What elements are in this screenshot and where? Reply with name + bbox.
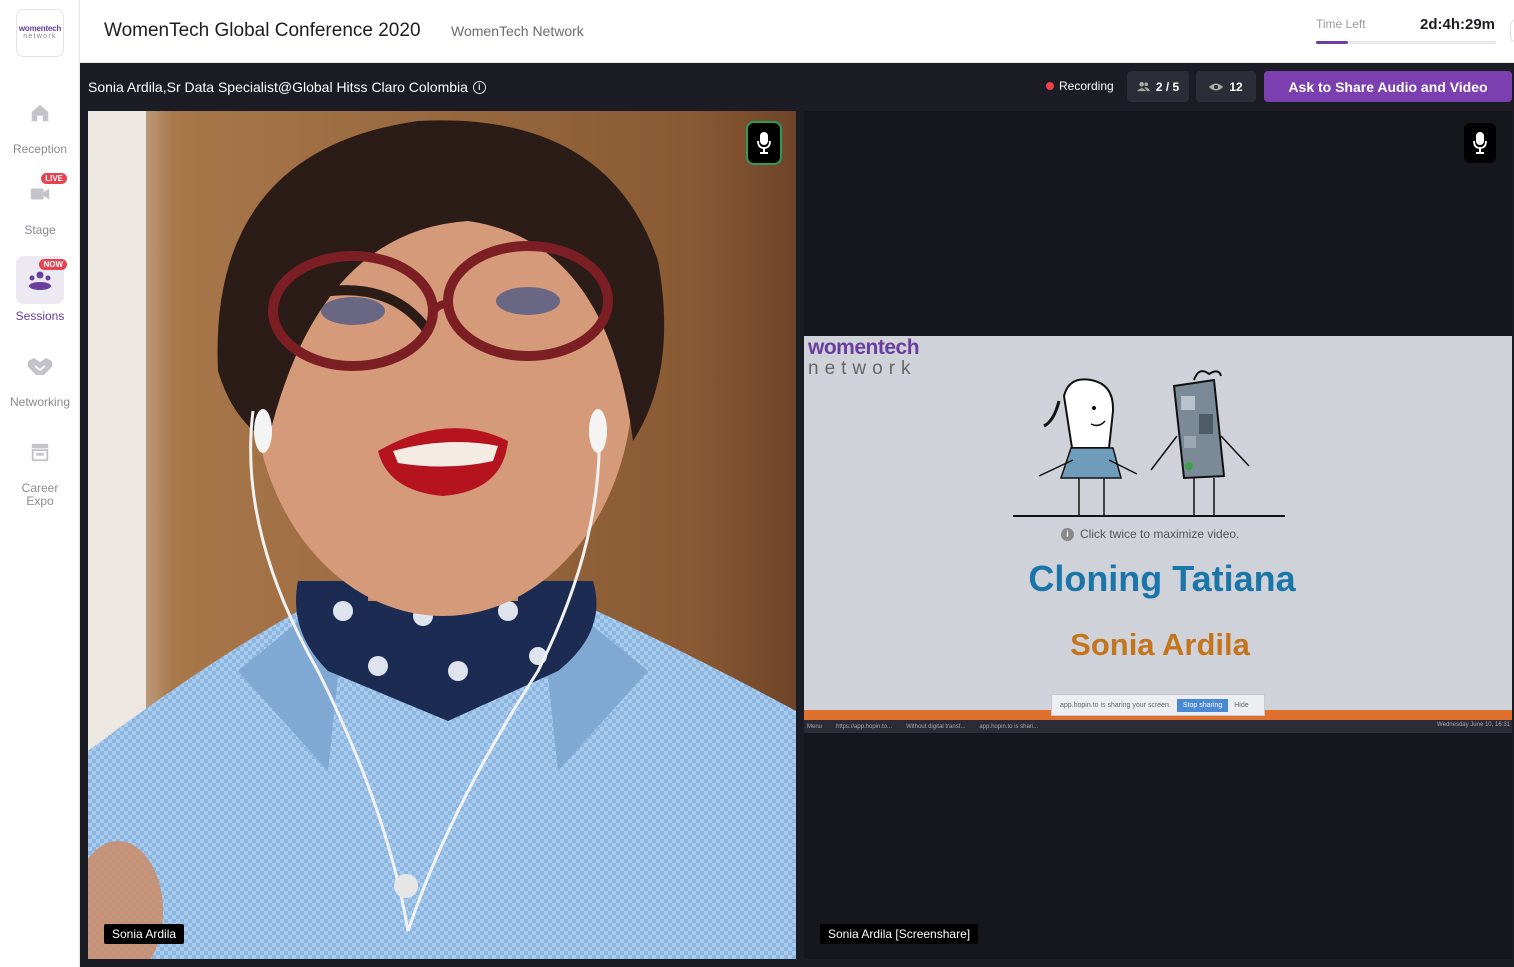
sidebar: womentech network Reception LIVE Stage N… xyxy=(0,0,80,967)
slide-logo-text: womentech xyxy=(808,336,920,359)
taskbar-date: Wednesday June 10, 16:31 xyxy=(1437,722,1510,728)
now-badge: NOW xyxy=(39,259,67,270)
info-icon[interactable]: i xyxy=(472,80,486,94)
ask-to-share-button[interactable]: Ask to Share Audio and Video xyxy=(1264,71,1512,102)
sidebar-item-label: Reception xyxy=(12,142,68,156)
slide-illustration xyxy=(1013,370,1285,517)
sidebar-item-label: Networking xyxy=(9,395,71,409)
mic-button[interactable] xyxy=(748,123,780,163)
hide-button: Hide xyxy=(1234,701,1249,709)
handshake-icon xyxy=(16,342,64,390)
booth-icon xyxy=(16,428,64,476)
people-icon xyxy=(1136,81,1150,92)
participant-name-label: Sonia Ardila [Screenshare] xyxy=(820,924,979,944)
sidebar-item-label: Career Expo xyxy=(21,481,59,508)
top-header: WomenTech Global Conference 2020 WomenTe… xyxy=(80,0,1514,63)
maximize-hint: i Click twice to maximize video. xyxy=(1061,527,1239,541)
recording-dot-icon xyxy=(1046,82,1054,90)
sidebar-item-stage[interactable]: LIVE Stage xyxy=(0,170,80,237)
taskbar-tab: Without digital transf... xyxy=(906,723,966,730)
logo-text-top: womentech xyxy=(18,24,62,33)
organizer-link[interactable]: WomenTech Network xyxy=(451,23,584,39)
screenshare-video-tile[interactable]: womentech network i Click twice to maxim… xyxy=(804,111,1512,959)
header-edge-control[interactable] xyxy=(1510,20,1514,42)
time-progress-fill xyxy=(1316,41,1349,44)
sidebar-item-label: Stage xyxy=(24,223,56,237)
session-toolbar: Sonia Ardila,Sr Data Specialist@Global H… xyxy=(80,63,1514,111)
taskbar-menu: Menu xyxy=(807,723,823,730)
sidebar-item-reception[interactable]: Reception xyxy=(0,89,80,156)
eye-icon xyxy=(1209,83,1224,90)
sidebar-item-career-expo[interactable]: Career Expo xyxy=(0,428,80,508)
live-badge: LIVE xyxy=(41,173,67,184)
info-icon: i xyxy=(1061,527,1074,541)
time-progress-bar xyxy=(1316,41,1496,44)
speaker-video-feed xyxy=(88,111,796,959)
screen-share-notice: app.hopin.to is sharing your screen. Sto… xyxy=(1051,694,1265,716)
video-camera-icon: LIVE xyxy=(16,170,67,218)
maximize-hint-text: Click twice to maximize video. xyxy=(1080,527,1240,541)
participant-name-label: Sonia Ardila xyxy=(104,924,185,944)
microphone-icon xyxy=(757,132,771,154)
time-left-label: Time Left xyxy=(1316,17,1366,31)
home-icon xyxy=(16,89,64,137)
people-group-icon: NOW xyxy=(16,256,67,304)
viewers-count: 12 xyxy=(1229,79,1243,94)
microphone-icon xyxy=(1473,132,1487,154)
time-left-value: 2d:4h:29m xyxy=(1420,16,1496,33)
taskbar-tab: https://app.hopin.to... xyxy=(836,723,893,730)
logo-text-bottom: network xyxy=(23,33,57,40)
page-title: WomenTech Global Conference 2020 xyxy=(104,20,421,41)
stop-sharing-button: Stop sharing xyxy=(1176,698,1229,712)
slide-speaker: Sonia Ardila xyxy=(1070,627,1250,662)
shared-slide: womentech network i Click twice to maxim… xyxy=(804,336,1512,733)
speaker-info-text: Sonia Ardila,Sr Data Specialist@Global H… xyxy=(88,79,468,95)
recording-indicator: Recording xyxy=(1046,79,1114,93)
slide-title: Cloning Tatiana xyxy=(1028,558,1296,599)
mic-button[interactable] xyxy=(1464,123,1496,163)
sidebar-item-sessions[interactable]: NOW Sessions xyxy=(0,256,80,323)
sidebar-item-label: Sessions xyxy=(15,309,65,323)
slide-logo-subtext: network xyxy=(808,358,917,379)
share-notice-text: app.hopin.to is sharing your screen. xyxy=(1060,701,1171,709)
taskbar-tab: app.hopin.to is shari... xyxy=(979,723,1039,730)
recording-label: Recording xyxy=(1059,79,1114,93)
participants-count: 2 / 5 xyxy=(1155,79,1180,94)
speaker-info: Sonia Ardila,Sr Data Specialist@Global H… xyxy=(88,79,486,95)
shared-taskbar: Menu https://app.hopin.to... Without dig… xyxy=(804,720,1512,733)
sidebar-item-networking[interactable]: Networking xyxy=(0,342,80,409)
participants-count-button[interactable]: 2 / 5 xyxy=(1127,71,1189,102)
event-logo[interactable]: womentech network xyxy=(16,9,64,57)
viewers-count-button[interactable]: 12 xyxy=(1196,71,1256,102)
camera-video-tile[interactable]: Sonia Ardila xyxy=(88,111,796,959)
